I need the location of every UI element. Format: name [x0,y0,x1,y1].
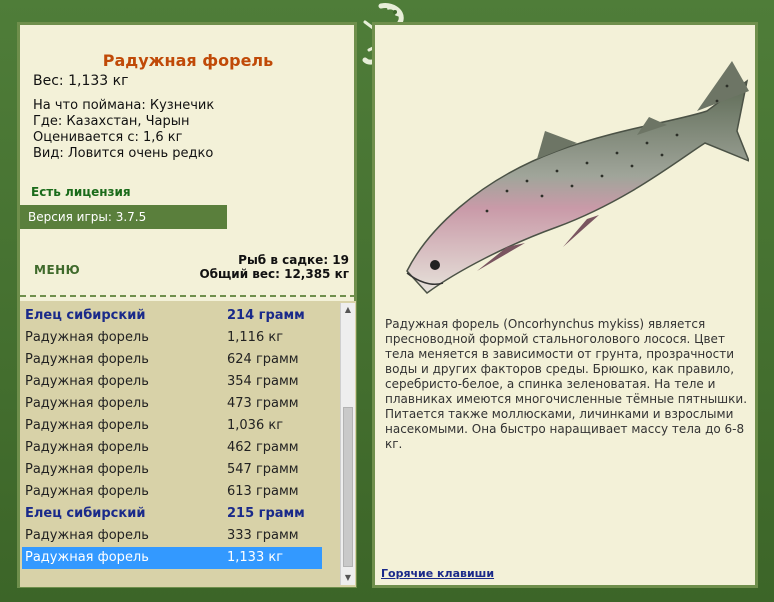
catch-row[interactable]: Радужная форель 624 грамм [22,349,322,371]
menu-button[interactable]: МЕНЮ [34,263,80,277]
catch-row[interactable]: Радужная форель 354 грамм [22,371,322,393]
fish-kind: Вид: Ловится очень редко [33,146,214,161]
catch-weight: 473 грамм [227,396,299,411]
catch-weight: 547 грамм [227,462,299,477]
divider [20,295,356,297]
catch-name: Елец сибирский [25,506,146,521]
catch-row[interactable]: Радужная форель 462 грамм [22,437,322,459]
rainbow-trout-image [406,61,749,295]
catch-row[interactable]: Радужная форель 1,116 кг [22,327,322,349]
fish-weight: Вес: 1,133 кг [33,73,129,89]
fish-title: Радужная форель [102,51,274,70]
license-status: Есть лицензия [31,185,131,199]
catch-weight: 1,133 кг [227,550,284,565]
catch-row[interactable]: Радужная форель 473 грамм [22,393,322,415]
catch-weight: 214 грамм [227,308,305,323]
catch-row[interactable]: Радужная форель 1,036 кг [22,415,322,437]
catch-name: Радужная форель [25,440,149,455]
catch-weight: 1,116 кг [227,330,284,345]
version-bar: Версия игры: 3.7.5 [20,205,227,229]
catch-weight: 333 грамм [227,528,299,543]
catch-weight: 215 грамм [227,506,305,521]
hotkeys-link[interactable]: Горячие клавиши [381,567,494,580]
catch-name: Радужная форель [25,352,149,367]
catch-weight: 1,036 кг [227,418,284,433]
catch-location: Где: Казахстан, Чарын [33,114,190,129]
catch-name: Радужная форель [25,550,149,565]
scroll-up-arrow-icon[interactable]: ▲ [341,303,355,317]
fish-count: Рыб в садке: 19 [238,253,349,267]
catch-name: Радужная форель [25,528,149,543]
catch-name: Радужная форель [25,418,149,433]
fish-description: Радужная форель (Oncorhynchus mykiss) яв… [385,317,748,451]
catch-row[interactable]: Радужная форель 333 грамм [22,525,322,547]
catch-weight: 354 грамм [227,374,299,389]
catch-name: Радужная форель [25,330,149,345]
fish-description-panel: Радужная форель (Oncorhynchus mykiss) яв… [372,22,758,588]
catch-list-container: Елец сибирский 214 грамм Радужная форель 1… [20,301,356,587]
list-scrollbar[interactable]: ▲ ▼ [340,303,355,585]
game-frame: Радужная форель Вес: 1,133 кг На что пой… [0,0,774,602]
catch-weight: 624 грамм [227,352,299,367]
caught-with: На что поймана: Кузнечик [33,98,215,113]
catch-list: Елец сибирский 214 грамм Радужная форель 1… [22,305,322,569]
catch-name: Радужная форель [25,374,149,389]
scrollbar-thumb[interactable] [343,407,353,567]
catch-name: Радужная форель [25,396,149,411]
catch-row[interactable]: Радужная форель 547 грамм [22,459,322,481]
keepnet-stats: Рыб в садке: 19 Общий вес: 12,385 кг [199,253,349,281]
catch-weight: 613 грамм [227,484,299,499]
catch-row[interactable]: Радужная форель 613 грамм [22,481,322,503]
scroll-down-arrow-icon[interactable]: ▼ [341,571,355,585]
catch-weight: 462 грамм [227,440,299,455]
total-weight: Общий вес: 12,385 кг [199,267,349,281]
catch-name: Радужная форель [25,462,149,477]
valued-from: Оценивается с: 1,6 кг [33,130,183,145]
fish-info-panel: Радужная форель Вес: 1,133 кг На что пой… [17,22,357,588]
catch-name: Радужная форель [25,484,149,499]
catch-row[interactable]: Елец сибирский 214 грамм [22,305,322,327]
catch-name: Елец сибирский [25,308,146,323]
catch-row[interactable]: Елец сибирский 215 грамм [22,503,322,525]
catch-row[interactable]: Радужная форель 1,133 кг [22,547,322,569]
